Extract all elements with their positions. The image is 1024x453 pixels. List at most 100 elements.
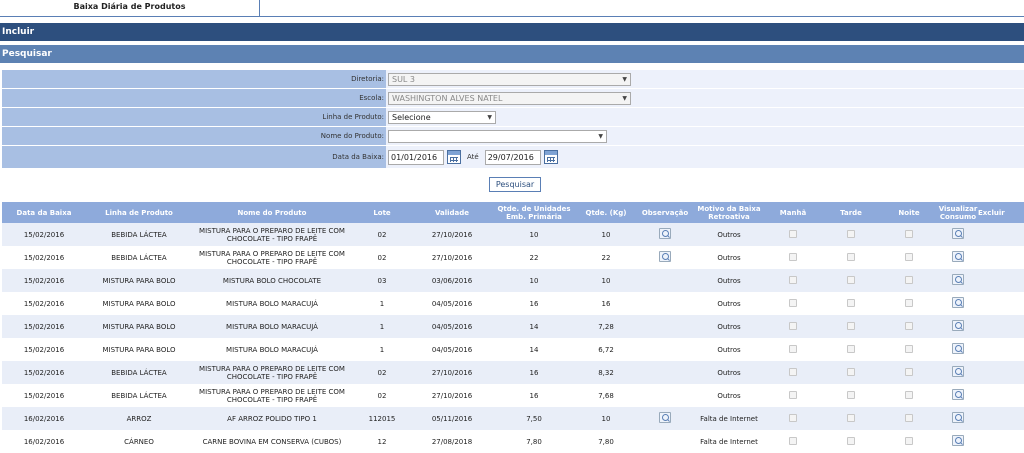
manha-checkbox[interactable]	[789, 390, 797, 399]
tarde-checkbox[interactable]	[847, 229, 855, 238]
date-to-input[interactable]: 29/07/2016	[484, 149, 541, 165]
noite-checkbox[interactable]	[905, 321, 913, 330]
cell-motivo: Outros	[717, 276, 741, 285]
view-consumo-icon[interactable]	[952, 343, 964, 354]
tarde-checkbox[interactable]	[847, 298, 855, 307]
nome-select[interactable]: ▼	[388, 129, 607, 143]
cell-noite	[880, 384, 938, 407]
ate-label: Até	[467, 153, 479, 161]
cell-qtde-kg: 10	[601, 276, 611, 285]
view-consumo-icon[interactable]	[952, 274, 964, 285]
cell-qtde-kg: 10	[601, 414, 611, 423]
cell-tarde	[822, 269, 880, 292]
cell-tarde	[822, 315, 880, 338]
view-consumo-icon[interactable]	[952, 251, 964, 262]
tarde-checkbox[interactable]	[847, 413, 855, 422]
view-consumo-icon[interactable]	[952, 366, 964, 377]
cell-linha-produto: CÁRNEO	[124, 437, 154, 446]
tarde-checkbox[interactable]	[847, 390, 855, 399]
manha-checkbox[interactable]	[789, 321, 797, 330]
cell-motivo: Outros	[717, 253, 741, 262]
diretoria-value: SUL 3	[392, 74, 416, 84]
manha-checkbox[interactable]	[789, 367, 797, 376]
view-consumo-icon[interactable]	[952, 435, 964, 446]
column-header: Manhã	[779, 208, 807, 217]
calendar-icon[interactable]	[447, 150, 461, 164]
cell-motivo: Outros	[717, 391, 741, 400]
observation-icon[interactable]	[659, 251, 671, 262]
pesquisar-button[interactable]: Pesquisar	[489, 177, 541, 192]
noite-checkbox[interactable]	[905, 252, 913, 261]
date-from-input[interactable]: 01/01/2016	[388, 149, 444, 165]
diretoria-select[interactable]: SUL 3 ▼	[388, 72, 631, 86]
tarde-checkbox[interactable]	[847, 436, 855, 445]
cell-motivo: Outros	[717, 322, 741, 331]
manha-checkbox[interactable]	[789, 413, 797, 422]
column-header: Nome do Produto	[237, 208, 307, 217]
noite-checkbox[interactable]	[905, 298, 913, 307]
calendar-icon[interactable]	[543, 150, 558, 164]
tarde-checkbox[interactable]	[847, 252, 855, 261]
noite-checkbox[interactable]	[905, 436, 913, 445]
cell-nome-produto: MISTURA BOLO MARACUJÁ	[226, 322, 318, 331]
cell-observacao	[636, 430, 694, 453]
cell-qtde-unidades: 10	[529, 230, 539, 239]
manha-checkbox[interactable]	[789, 252, 797, 261]
cell-nome-produto: MISTURA PARA O PREPARO DE LEITE COM CHOC…	[199, 249, 345, 266]
noite-checkbox[interactable]	[905, 229, 913, 238]
manha-checkbox[interactable]	[789, 344, 797, 353]
column-header: Validade	[434, 208, 470, 217]
view-consumo-icon[interactable]	[952, 320, 964, 331]
cell-qtde-kg: 7,68	[598, 391, 614, 400]
cell-visualizar	[938, 269, 978, 292]
cell-nome-produto: MISTURA BOLO CHOCOLATE	[222, 276, 322, 285]
view-consumo-icon[interactable]	[952, 297, 964, 308]
tarde-checkbox[interactable]	[847, 275, 855, 284]
cell-visualizar	[938, 407, 978, 430]
cell-tarde	[822, 223, 880, 246]
escola-select[interactable]: WASHINGTON ALVES NATEL ▼	[388, 91, 631, 105]
tab-baixa-diaria[interactable]: Baixa Diária de Produtos	[0, 0, 260, 17]
noite-checkbox[interactable]	[905, 390, 913, 399]
chevron-down-icon: ▼	[487, 113, 492, 121]
noite-checkbox[interactable]	[905, 413, 913, 422]
cell-motivo: Outros	[717, 230, 741, 239]
cell-validade: 27/08/2018	[431, 437, 473, 446]
cell-manha	[764, 338, 822, 361]
column-header: Motivo da Baixa Retroativa	[697, 204, 761, 221]
manha-checkbox[interactable]	[789, 275, 797, 284]
cell-visualizar	[938, 223, 978, 246]
cell-data-baixa: 16/02/2016	[23, 414, 65, 423]
cell-linha-produto: MISTURA PARA BOLO	[102, 299, 176, 308]
tarde-checkbox[interactable]	[847, 344, 855, 353]
table-row: 15/02/2016 MISTURA PARA BOLO MISTURA BOLO …	[2, 315, 1024, 338]
observation-icon[interactable]	[659, 412, 671, 423]
noite-checkbox[interactable]	[905, 275, 913, 284]
view-consumo-icon[interactable]	[952, 412, 964, 423]
tarde-checkbox[interactable]	[847, 321, 855, 330]
cell-lote: 1	[379, 299, 385, 308]
noite-checkbox[interactable]	[905, 367, 913, 376]
cell-validade: 04/05/2016	[431, 345, 473, 354]
view-consumo-icon[interactable]	[952, 228, 964, 239]
cell-qtde-unidades: 7,50	[526, 414, 542, 423]
view-consumo-icon[interactable]	[952, 389, 964, 400]
section-incluir-header[interactable]: Incluir	[0, 23, 1024, 41]
cell-excluir	[978, 338, 1024, 361]
manha-checkbox[interactable]	[789, 436, 797, 445]
observation-icon[interactable]	[659, 228, 671, 239]
cell-qtde-unidades: 22	[529, 253, 539, 262]
tarde-checkbox[interactable]	[847, 367, 855, 376]
manha-checkbox[interactable]	[789, 229, 797, 238]
linha-label: Linha de Produto:	[2, 108, 386, 126]
nome-label: Nome do Produto:	[2, 127, 386, 145]
cell-data-baixa: 15/02/2016	[23, 253, 65, 262]
chevron-down-icon: ▼	[622, 94, 627, 102]
linha-select[interactable]: Selecione ▼	[388, 110, 496, 124]
search-form: Diretoria: SUL 3 ▼ Escola: WASHINGTON AL…	[2, 70, 1024, 169]
manha-checkbox[interactable]	[789, 298, 797, 307]
cell-validade: 27/10/2016	[431, 253, 473, 262]
cell-nome-produto: MISTURA PARA O PREPARO DE LEITE COM CHOC…	[199, 226, 345, 243]
noite-checkbox[interactable]	[905, 344, 913, 353]
section-pesquisar-header[interactable]: Pesquisar	[0, 45, 1024, 63]
